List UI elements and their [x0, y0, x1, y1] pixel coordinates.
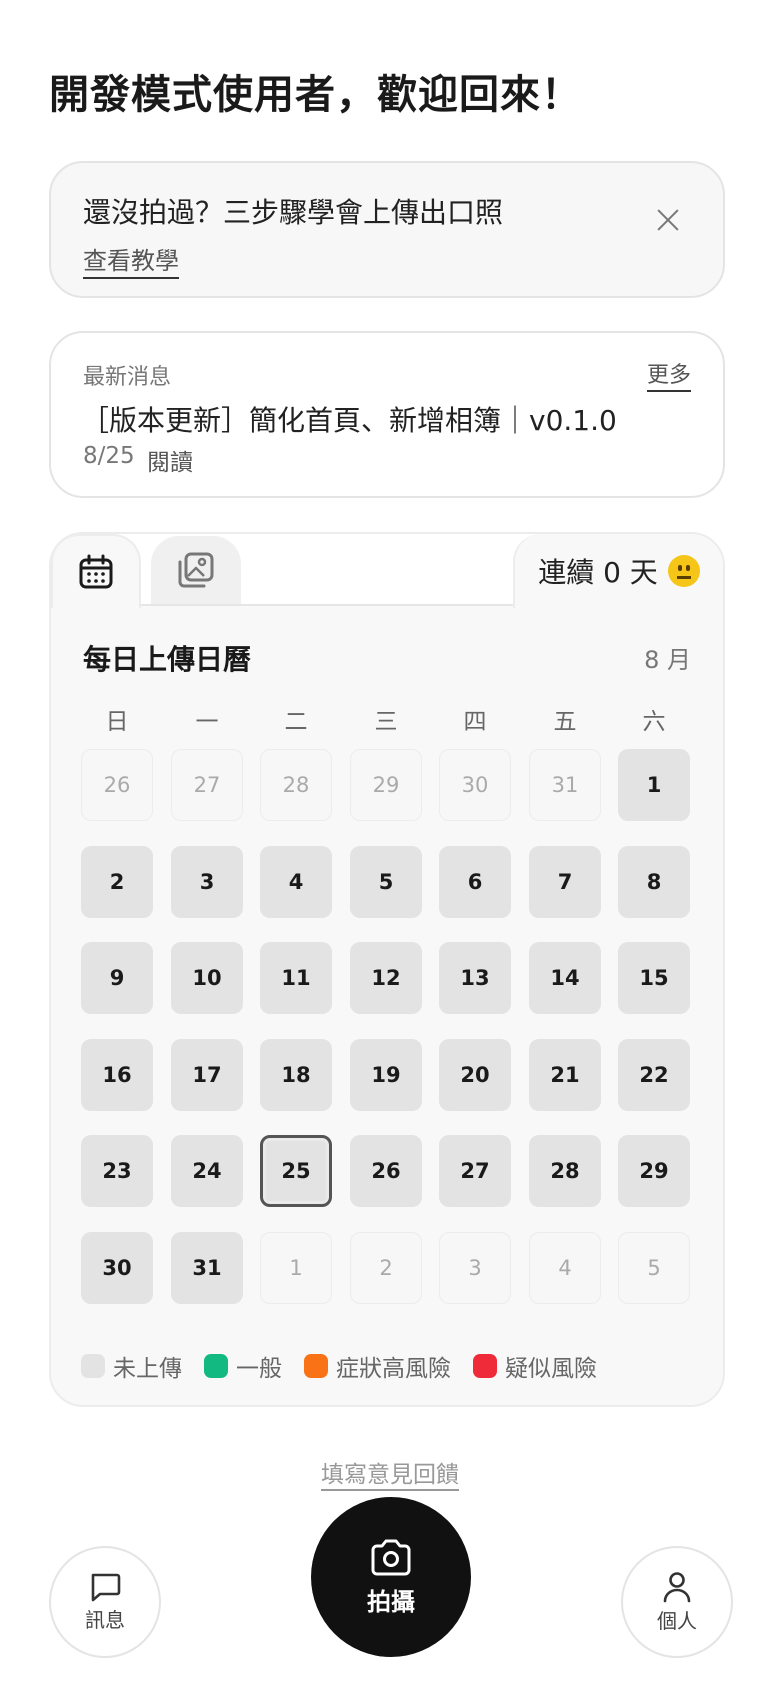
calendar-grid: 26 27 28 29 30 31 1 2 3 4 5 6 7 8 9 10 11 12 13 14 15 16 17 18 1… [81, 749, 721, 1349]
calendar-day: 27 [171, 749, 243, 821]
calendar-day[interactable]: 8 [618, 845, 690, 918]
weekday-label: 日 [105, 709, 129, 735]
calendar-day[interactable]: 19 [350, 1038, 422, 1111]
news-title[interactable]: ［版本更新］簡化首頁、新增相簿｜v0.1.0 [81, 399, 617, 439]
weekday-label: 六 [642, 709, 666, 735]
calendar-day: 31 [529, 749, 601, 821]
calendar-day[interactable]: 15 [618, 942, 690, 1014]
neutral-face-emoji [667, 555, 700, 587]
calendar-day[interactable]: 24 [171, 1135, 243, 1207]
tab-divider [139, 604, 567, 606]
calendar-day: 30 [439, 749, 511, 821]
weekday-label: 三 [374, 709, 398, 735]
calendar-day[interactable]: 13 [439, 942, 511, 1014]
calendar-day[interactable]: 9 [81, 942, 153, 1014]
news-label: 最新消息 [83, 365, 172, 390]
feedback-link[interactable]: 填寫意見回饋 [321, 1462, 459, 1491]
legend-label: 未上傳 [113, 1356, 182, 1382]
legend: 未上傳 一般 症狀高風險 疑似風險 [81, 1350, 619, 1382]
legend-item: 未上傳 [81, 1349, 182, 1383]
calendar-day[interactable]: 4 [260, 845, 332, 918]
streak-counter: 連續 0 天 [513, 534, 723, 608]
legend-swatch [81, 1354, 105, 1378]
legend-item: 症狀高風險 [304, 1349, 451, 1383]
calendar-day[interactable]: 3 [171, 845, 243, 918]
nav-profile-button[interactable]: 個人 [621, 1546, 733, 1658]
weekday-label: 二 [284, 709, 308, 735]
calendar-day: 28 [260, 749, 332, 821]
calendar-day[interactable]: 11 [260, 942, 332, 1014]
calendar-title: 每日上傳日曆 [83, 643, 252, 676]
calendar-day[interactable]: 6 [439, 845, 511, 918]
weekday-label: 四 [463, 709, 487, 735]
calendar-day[interactable]: 31 [171, 1231, 243, 1304]
tutorial-card: 還沒拍過？三步驟學會上傳出口照 查看教學 [49, 161, 725, 298]
calendar-day: 2 [350, 1231, 422, 1304]
calendar-day[interactable]: 29 [618, 1135, 690, 1207]
news-card[interactable]: 最新消息 更多 ［版本更新］簡化首頁、新增相簿｜v0.1.0 8/25 閱讀 [49, 331, 725, 498]
calendar-day[interactable]: 18 [260, 1038, 332, 1111]
legend-swatch [304, 1354, 328, 1378]
calendar-day[interactable]: 1 [618, 749, 690, 821]
camera-label: 拍攝 [367, 1587, 415, 1616]
calendar-day[interactable]: 27 [439, 1135, 511, 1207]
calendar-day[interactable]: 17 [171, 1038, 243, 1111]
calendar-day: 3 [439, 1231, 511, 1304]
legend-swatch [473, 1354, 497, 1378]
weekday-label: 五 [553, 709, 577, 735]
tab-calendar[interactable] [51, 534, 141, 608]
calendar-day[interactable]: 28 [529, 1135, 601, 1207]
calendar-day[interactable]: 12 [350, 942, 422, 1014]
calendar-day: 29 [350, 749, 422, 821]
tab-gallery[interactable] [151, 536, 241, 604]
nav-messages-label: 訊息 [85, 1607, 125, 1632]
streak-text: 連續 0 天 [538, 556, 658, 589]
legend-label: 疑似風險 [505, 1356, 597, 1382]
weekday-label: 一 [195, 709, 219, 735]
calendar-day[interactable]: 14 [529, 942, 601, 1014]
close-icon[interactable] [653, 205, 683, 235]
calendar-month: 8 月 [644, 646, 691, 674]
legend-item: 一般 [204, 1349, 282, 1383]
calendar-day[interactable]: 21 [529, 1038, 601, 1111]
calendar-icon [79, 554, 113, 589]
nav-messages-button[interactable]: 訊息 [49, 1546, 161, 1658]
calendar-day: 1 [260, 1231, 332, 1304]
calendar-day[interactable]: 20 [439, 1038, 511, 1111]
calendar-day: 5 [618, 1231, 690, 1304]
weekday-header: 日一二三四五六 [81, 702, 723, 735]
tutorial-title: 還沒拍過？三步驟學會上傳出口照 [83, 196, 504, 229]
legend-swatch [204, 1354, 228, 1378]
calendar-day[interactable]: 16 [81, 1038, 153, 1111]
calendar-day[interactable]: 23 [81, 1135, 153, 1207]
legend-label: 一般 [236, 1356, 282, 1382]
calendar-day[interactable]: 30 [81, 1231, 153, 1304]
calendar-day[interactable]: 22 [618, 1038, 690, 1111]
calendar-day[interactable]: 10 [171, 942, 243, 1014]
news-read-link[interactable]: 閱讀 [147, 443, 193, 477]
feedback-link-wrap: 填寫意見回饋 [0, 1455, 780, 1491]
calendar-panel: 連續 0 天 每日上傳日曆 8 月 日一二三四五六 26 27 28 29 30 31 1 2… [49, 532, 725, 1407]
news-date: 8/25 [83, 443, 135, 469]
calendar-day: 4 [529, 1231, 601, 1304]
calendar-day[interactable]: 7 [529, 845, 601, 918]
legend-item: 疑似風險 [473, 1349, 597, 1383]
chat-icon [91, 1573, 121, 1601]
news-more-link[interactable]: 更多 [646, 357, 691, 392]
calendar-day[interactable]: 5 [350, 845, 422, 918]
user-icon [663, 1571, 691, 1602]
gallery-icon [178, 552, 214, 588]
tutorial-link[interactable]: 查看教學 [83, 241, 179, 279]
camera-icon [371, 1539, 411, 1575]
calendar-day: 26 [81, 749, 153, 821]
greeting-title: 開發模式使用者，歡迎回來！ [49, 72, 582, 118]
calendar-day[interactable]: 26 [350, 1135, 422, 1207]
calendar-day[interactable]: 2 [81, 845, 153, 918]
calendar-day-today[interactable]: 25 [260, 1135, 332, 1207]
legend-label: 症狀高風險 [336, 1356, 451, 1382]
nav-profile-label: 個人 [657, 1608, 697, 1633]
camera-button[interactable]: 拍攝 [311, 1497, 471, 1657]
